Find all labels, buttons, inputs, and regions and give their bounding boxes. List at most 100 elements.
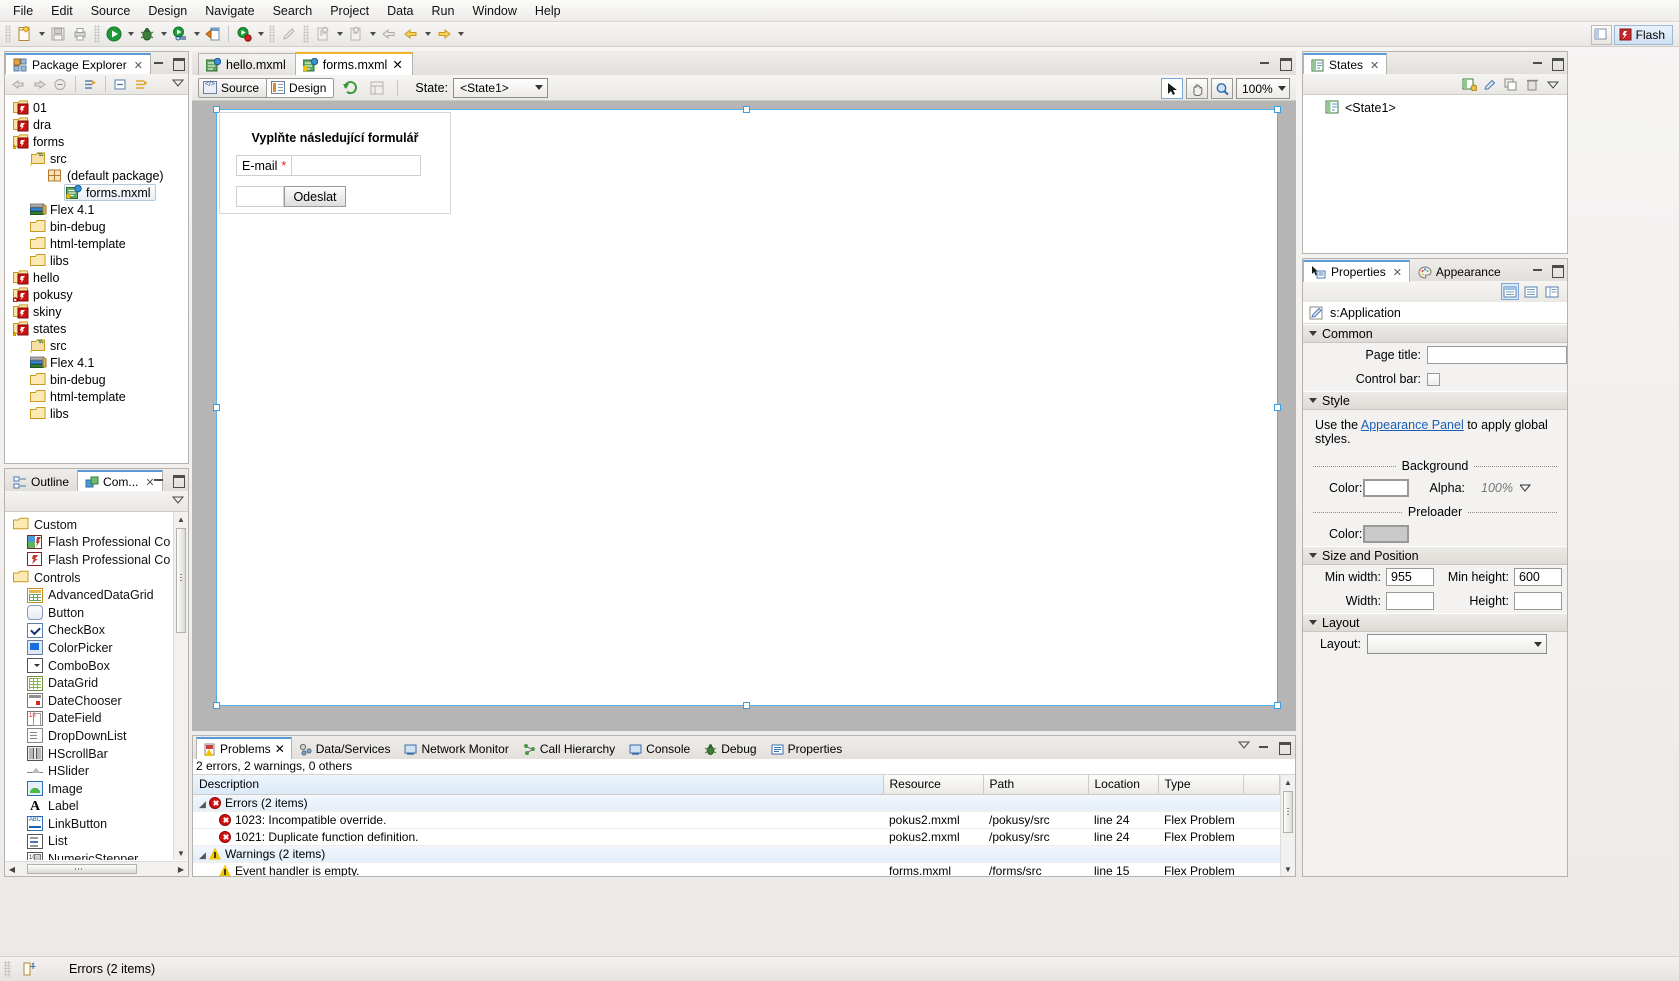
scroll-down-icon[interactable]: ▼ [174,846,188,860]
component-item-hslider[interactable]: HSlider [5,762,173,780]
category-view-icon[interactable] [1501,283,1519,300]
toolbar-grip-3[interactable] [269,25,275,43]
package-explorer-tree[interactable]: 01 dra forms src (default package) forms.mxml… [5,95,188,463]
component-item-custom[interactable]: Custom [5,516,173,534]
tab-package-explorer[interactable]: Package Explorer ✕ [5,53,151,75]
profile-dropdown-icon[interactable] [191,24,202,45]
tree-item-skiny[interactable]: skiny [5,303,188,320]
application-stage[interactable]: Vyplňte následující formulář E-mail * Od… [213,106,1281,709]
debug-connect-icon[interactable] [233,24,255,45]
minimize-icon[interactable] [152,472,166,486]
component-item-flash-professional-co[interactable]: Flash Professional Co [5,534,173,552]
problems-row[interactable]: 1023: Incompatible override. pokus2.mxml /… [193,811,1280,829]
component-item-datechooser[interactable]: DateChooser [5,692,173,710]
maximize-icon[interactable] [1278,55,1292,71]
resize-handle-sw[interactable] [213,702,220,709]
min-height-input[interactable]: 600 [1514,568,1562,586]
toolbar-grip[interactable] [5,25,11,43]
components-hscrollbar[interactable]: ◀ ▶ [5,861,188,876]
delete-state-icon[interactable] [1522,75,1543,93]
component-item-button[interactable]: Button [5,604,173,622]
alpha-value[interactable]: 100% [1470,479,1516,497]
tree-item-pokusy[interactable]: pokusy [5,286,188,303]
tree-item-default-package[interactable]: (default package) [5,167,188,184]
tab-network-monitor[interactable]: Network Monitor [397,738,515,759]
next-edit-icon[interactable] [433,24,455,45]
tree-item-src[interactable]: src [5,150,188,167]
menu-design[interactable]: Design [139,2,196,20]
new-item-dropdown-icon[interactable] [334,24,345,45]
refresh-icon[interactable] [339,77,361,98]
components-vscrollbar[interactable]: ▲ ▼ [173,512,188,860]
alpha-dropdown-icon[interactable] [1518,481,1532,495]
tab-appearance[interactable]: Appearance [1410,261,1509,282]
tab-components[interactable]: Com... ✕ [77,470,163,492]
perspective-flash-button[interactable]: Flash [1613,24,1673,45]
menu-source[interactable]: Source [82,2,140,20]
view-dropdown-icon[interactable] [1237,739,1251,752]
view-dropdown-icon[interactable] [171,77,185,91]
source-mode-button[interactable]: Source [199,78,268,97]
preloader-color-swatch[interactable] [1363,525,1409,543]
hscroll-thumb[interactable] [27,864,137,874]
close-icon[interactable]: ✕ [392,57,402,72]
link-editor-icon[interactable] [80,75,101,93]
menu-project[interactable]: Project [321,2,378,20]
tree-item-bin-debug[interactable]: bin-debug [5,371,188,388]
component-item-hscrollbar[interactable]: HScrollBar [5,745,173,763]
width-input[interactable] [1386,592,1434,610]
section-common[interactable]: Common [1303,324,1567,343]
tab-console[interactable]: Console [622,738,697,759]
section-layout[interactable]: Layout [1303,613,1567,632]
section-size-and-position[interactable]: Size and Position [1303,546,1567,565]
tree-item-01[interactable]: 01 [5,99,188,116]
states-tree[interactable]: <State1> [1303,95,1567,116]
run-dropdown-icon[interactable] [125,24,136,45]
menu-navigate[interactable]: Navigate [196,2,263,20]
toolbar-grip-4[interactable] [303,25,309,43]
tree-item-bin-debug[interactable]: bin-debug [5,218,188,235]
min-width-input[interactable]: 955 [1386,568,1434,586]
select-tool-icon[interactable] [1161,78,1183,99]
tab-outline[interactable]: Outline [5,471,77,492]
run-icon[interactable] [103,24,125,45]
back-nav-icon[interactable] [378,24,400,45]
maximize-icon[interactable] [171,55,185,71]
height-input[interactable] [1514,592,1562,610]
scroll-up-icon[interactable]: ▲ [1281,775,1295,789]
debug-icon[interactable] [136,24,158,45]
tab-properties[interactable]: Properties ✕ [1303,260,1410,282]
column-location[interactable]: Location [1088,775,1159,795]
problems-row[interactable]: Event handler is empty. forms.mxml/forms/… [193,862,1280,876]
component-item-linkbutton[interactable]: LinkButton [5,815,173,833]
close-icon[interactable]: ✕ [134,59,143,72]
editor-tab-forms[interactable]: forms.mxml ✕ [294,52,413,75]
component-item-combobox[interactable]: ComboBox [5,657,173,675]
export-release-icon[interactable] [202,24,224,45]
close-icon[interactable]: ✕ [1370,59,1379,72]
new-state-icon[interactable] [1459,75,1480,93]
component-item-label[interactable]: A Label [5,798,173,816]
minimize-icon[interactable] [1531,55,1545,69]
close-icon[interactable]: ✕ [275,742,285,756]
menu-run[interactable]: Run [423,2,464,20]
problems-group-row[interactable]: ◢ Errors (2 items) [193,794,1280,812]
column-path[interactable]: Path [983,775,1089,795]
control-bar-checkbox[interactable] [1427,372,1440,386]
new-item-icon[interactable] [312,24,334,45]
section-style[interactable]: Style [1303,391,1567,410]
form-panel[interactable]: Vyplňte následující formulář E-mail * Od… [219,112,451,214]
maximize-icon[interactable] [1550,262,1564,278]
edit-icon[interactable] [278,24,300,45]
menu-file[interactable]: File [4,2,42,20]
scroll-down-icon[interactable]: ▼ [1281,862,1295,876]
profile-icon[interactable] [169,24,191,45]
tab-problems[interactable]: Problems ✕ [196,737,292,759]
save-icon[interactable] [47,24,69,45]
vscroll-thumb[interactable] [176,528,186,633]
duplicate-state-icon[interactable] [1501,75,1522,93]
tree-item-src[interactable]: src [5,337,188,354]
view-menu-icon[interactable] [1543,75,1564,93]
maximize-icon[interactable] [1550,55,1564,71]
appearance-panel-link[interactable]: Appearance Panel [1361,418,1464,432]
